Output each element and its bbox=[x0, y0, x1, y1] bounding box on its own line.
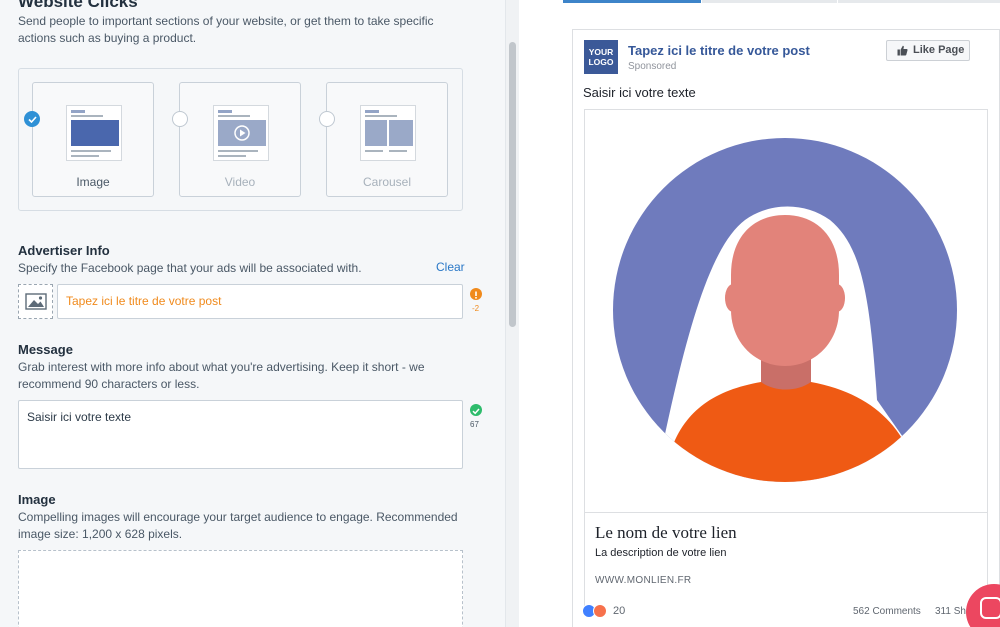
chat-icon bbox=[980, 597, 1000, 619]
page-avatar-upload[interactable] bbox=[18, 284, 53, 319]
format-radio-carousel[interactable] bbox=[319, 111, 335, 127]
image-dropzone[interactable] bbox=[18, 550, 463, 627]
format-label: Video bbox=[224, 175, 256, 189]
video-format-icon bbox=[213, 105, 269, 161]
format-card-video[interactable]: Video bbox=[179, 82, 301, 197]
post-title[interactable]: Tapez ici le titre de votre post bbox=[628, 43, 810, 58]
clear-link[interactable]: Clear bbox=[436, 260, 465, 274]
advertiser-info-title: Advertiser Info bbox=[18, 243, 110, 258]
like-page-label: Like Page bbox=[913, 44, 965, 56]
thumbs-up-icon bbox=[897, 45, 908, 56]
format-radio-video[interactable] bbox=[172, 111, 188, 127]
format-card-carousel[interactable]: Carousel bbox=[326, 82, 448, 197]
sponsored-label: Sponsored bbox=[628, 61, 677, 72]
ad-preview-panel: YOUR LOGO Tapez ici le titre de votre pos… bbox=[519, 0, 1000, 627]
ad-editor-panel: Website Clicks Send people to important … bbox=[0, 0, 505, 627]
page-title: Website Clicks bbox=[18, 0, 138, 11]
format-card-image[interactable]: Image bbox=[32, 82, 154, 197]
tab-active-indicator[interactable] bbox=[563, 0, 701, 3]
format-label: Carousel bbox=[362, 175, 412, 189]
link-attachment[interactable]: Le nom de votre lien La description de v… bbox=[584, 109, 988, 610]
check-icon bbox=[470, 404, 482, 416]
editor-scrollbar-thumb[interactable] bbox=[509, 42, 516, 327]
format-label: Image bbox=[76, 175, 110, 189]
shares-count[interactable]: 311 Sh bbox=[935, 606, 966, 617]
image-placeholder-icon bbox=[25, 293, 47, 310]
reaction-count: 20 bbox=[613, 605, 626, 617]
warning-icon bbox=[470, 288, 482, 300]
post-text: Saisir ici votre texte bbox=[583, 85, 696, 100]
comments-count[interactable]: 562 Comments bbox=[853, 606, 921, 617]
post-title-input[interactable]: Tapez ici le titre de votre post bbox=[57, 284, 463, 319]
message-textarea[interactable]: Saisir ici votre texte bbox=[18, 400, 463, 469]
avatar-placeholder-illustration bbox=[613, 138, 957, 482]
link-name[interactable]: Le nom de votre lien bbox=[595, 523, 737, 543]
message-char-count: 67 bbox=[470, 420, 479, 429]
title-char-count: -2 bbox=[472, 304, 480, 313]
page-description: Send people to important sections of you… bbox=[18, 14, 434, 45]
like-page-button[interactable]: Like Page bbox=[886, 40, 970, 61]
message-desc: Grab interest with more info about what … bbox=[18, 360, 425, 391]
ad-format-selector: Image Video Carousel bbox=[18, 68, 463, 211]
play-icon bbox=[218, 120, 266, 146]
link-details: Le nom de votre lien La description de v… bbox=[585, 512, 987, 610]
page-logo: YOUR LOGO bbox=[584, 40, 618, 74]
link-description: La description de votre lien bbox=[595, 547, 727, 559]
angry-reaction-icon bbox=[593, 604, 607, 618]
advertiser-info-desc: Specify the Facebook page that your ads … bbox=[18, 261, 362, 275]
ad-image bbox=[585, 110, 987, 512]
link-url: WWW.MONLIEN.FR bbox=[595, 575, 692, 586]
image-desc: Compelling images will encourage your ta… bbox=[18, 510, 458, 541]
format-radio-image[interactable] bbox=[24, 111, 40, 127]
carousel-format-icon bbox=[360, 105, 416, 161]
facebook-post-preview: YOUR LOGO Tapez ici le titre de votre pos… bbox=[572, 29, 1000, 627]
image-title: Image bbox=[18, 492, 56, 507]
image-format-icon bbox=[66, 105, 122, 161]
message-title: Message bbox=[18, 342, 73, 357]
